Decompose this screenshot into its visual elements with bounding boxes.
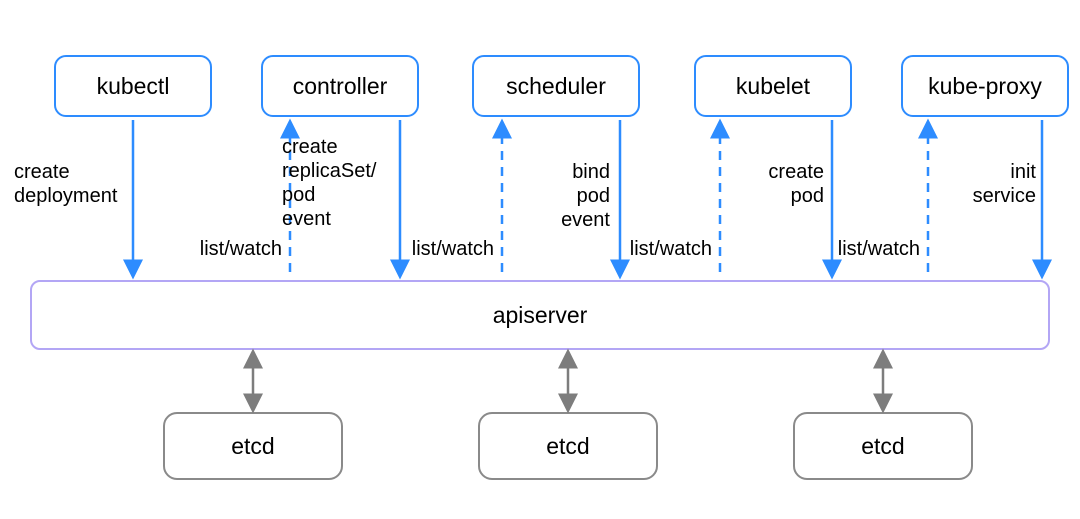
node-label: scheduler [506, 73, 606, 100]
node-controller: controller [261, 55, 419, 117]
edge-label-kubelet-up: list/watch [612, 237, 712, 261]
node-label: controller [293, 73, 388, 100]
node-label: etcd [231, 433, 274, 460]
node-label: apiserver [493, 302, 588, 329]
node-etcd-1: etcd [163, 412, 343, 480]
edge-label-scheduler-up: list/watch [394, 237, 494, 261]
edge-label-scheduler-down: bind pod event [540, 160, 610, 232]
edge-label-controller-up: list/watch [182, 237, 282, 261]
node-label: kubectl [97, 73, 170, 100]
edge-label-create-deployment: create deployment [14, 160, 134, 208]
edge-label-kubeproxy-up: list/watch [820, 237, 920, 261]
node-kubeproxy: kube-proxy [901, 55, 1069, 117]
node-label: etcd [546, 433, 589, 460]
diagram-canvas: kubectl controller scheduler kubelet kub… [0, 0, 1080, 519]
node-label: etcd [861, 433, 904, 460]
node-kubectl: kubectl [54, 55, 212, 117]
node-kubelet: kubelet [694, 55, 852, 117]
node-scheduler: scheduler [472, 55, 640, 117]
edge-label-kubeproxy-down: init service [958, 160, 1036, 208]
node-apiserver: apiserver [30, 280, 1050, 350]
edge-label-controller-down: create replicaSet/ pod event [282, 135, 412, 231]
node-etcd-2: etcd [478, 412, 658, 480]
node-etcd-3: etcd [793, 412, 973, 480]
node-label: kubelet [736, 73, 810, 100]
node-label: kube-proxy [928, 73, 1042, 100]
edge-label-kubelet-down: create pod [754, 160, 824, 208]
